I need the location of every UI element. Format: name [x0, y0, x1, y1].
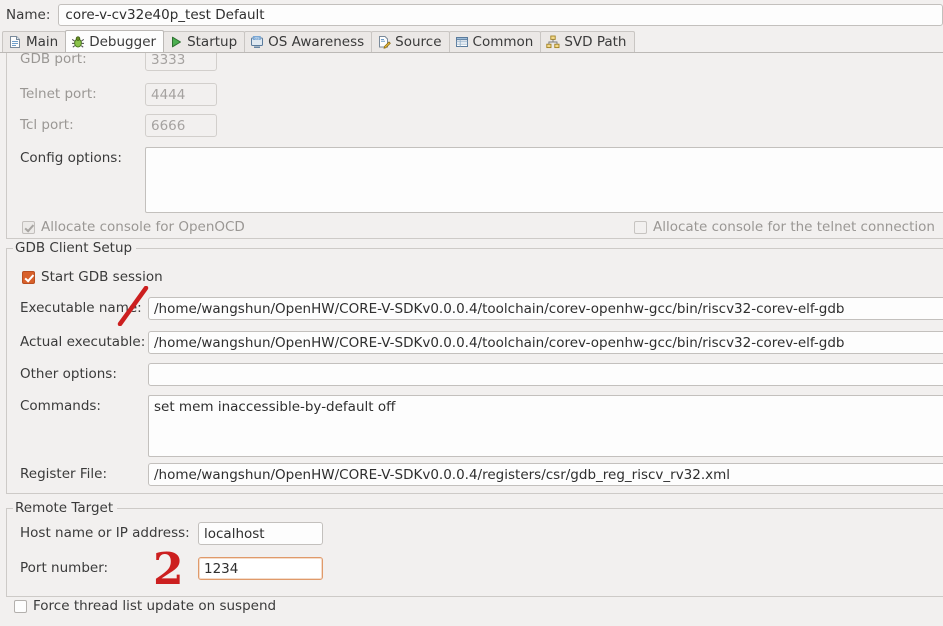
allocate-openocd-checkbox-row: Allocate console for OpenOCD: [22, 219, 245, 238]
tab-debugger-label: Debugger: [89, 33, 157, 50]
force-thread-list-update-label: Force thread list update on suspend: [33, 598, 277, 614]
commands-textarea[interactable]: set mem inaccessible-by-default off: [148, 395, 943, 457]
actual-executable-row: Actual executable:: [20, 331, 943, 354]
play-icon: [169, 35, 183, 49]
force-thread-list-update-checkbox[interactable]: Force thread list update on suspend: [14, 598, 276, 614]
start-gdb-session-row: Start GDB session: [22, 269, 163, 288]
checkbox-box: [22, 220, 35, 234]
tab-debugger[interactable]: Debugger: [65, 30, 165, 52]
actual-executable-label: Actual executable:: [20, 334, 146, 350]
force-thread-row: Force thread list update on suspend: [14, 598, 276, 617]
allocate-console-openocd-checkbox: Allocate console for OpenOCD: [22, 219, 245, 235]
tab-common[interactable]: Common: [448, 31, 542, 52]
allocate-telnet-checkbox-row: Allocate console for the telnet connecti…: [634, 219, 935, 238]
executable-name-label: Executable name:: [20, 300, 142, 316]
tab-common-label: Common: [472, 34, 534, 50]
checkbox-box: [14, 599, 27, 613]
tab-source-label: Source: [395, 34, 442, 50]
tcl-port-label: Tcl port:: [20, 117, 74, 133]
os-icon: OS: [250, 35, 264, 49]
tab-os-awareness-label: OS Awareness: [268, 34, 365, 50]
gdb-port-row: GDB port:: [20, 52, 940, 71]
port-number-row: Port number:: [20, 557, 620, 580]
port-number-input[interactable]: [198, 557, 323, 580]
start-gdb-session-checkbox[interactable]: Start GDB session: [22, 269, 163, 285]
executable-name-input[interactable]: [148, 297, 943, 320]
host-name-label: Host name or IP address:: [20, 525, 190, 541]
gdb-client-setup-title: GDB Client Setup: [13, 240, 137, 256]
remote-target-title: Remote Target: [13, 500, 118, 516]
register-file-input[interactable]: [148, 463, 943, 486]
table-icon: [455, 35, 469, 49]
tab-main[interactable]: Main: [2, 31, 67, 52]
other-options-input[interactable]: [148, 363, 943, 386]
gdb-port-label: GDB port:: [20, 52, 87, 67]
configuration-name-row: Name:: [0, 0, 943, 29]
tab-startup-label: Startup: [187, 34, 238, 50]
openocd-group-left-border: [6, 52, 7, 238]
allocate-console-telnet-checkbox: Allocate console for the telnet connecti…: [634, 219, 935, 235]
allocate-console-openocd-label: Allocate console for OpenOCD: [41, 219, 245, 235]
executable-name-row: Executable name:: [20, 297, 943, 320]
config-options-textarea[interactable]: [145, 147, 943, 213]
host-name-input[interactable]: [198, 522, 323, 545]
other-options-label: Other options:: [20, 366, 117, 382]
config-options-label: Config options:: [20, 150, 122, 166]
hierarchy-icon: [546, 35, 560, 49]
tcl-port-row: Tcl port:: [20, 114, 940, 137]
commands-label: Commands:: [20, 398, 101, 414]
other-options-row: Other options:: [20, 363, 943, 386]
commands-row: Commands: set mem inaccessible-by-defaul…: [20, 395, 943, 457]
tab-startup[interactable]: Startup: [163, 31, 246, 52]
tab-svd-path[interactable]: SVD Path: [540, 31, 635, 52]
tab-main-label: Main: [26, 34, 59, 50]
gdb-port-input: [145, 52, 217, 71]
document-icon: [8, 35, 22, 49]
start-gdb-session-label: Start GDB session: [41, 269, 163, 285]
register-file-row: Register File:: [20, 463, 943, 486]
openocd-group-bottom-border: [6, 238, 943, 239]
configuration-name-input[interactable]: [58, 3, 943, 26]
tcl-port-input: [145, 114, 217, 137]
telnet-port-row: Telnet port:: [20, 83, 940, 106]
host-name-row: Host name or IP address:: [20, 522, 620, 545]
svg-text:OS: OS: [255, 36, 261, 40]
bug-icon: [71, 35, 85, 49]
allocate-console-telnet-label: Allocate console for the telnet connecti…: [653, 219, 935, 235]
telnet-port-label: Telnet port:: [20, 86, 97, 102]
checkbox-box: [634, 220, 647, 234]
port-number-label: Port number:: [20, 560, 109, 576]
source-icon: [377, 35, 392, 49]
actual-executable-input[interactable]: [148, 331, 943, 354]
launch-config-tabbar: Main Debugger Startup OS OS Awareness So…: [0, 29, 943, 53]
tab-os-awareness[interactable]: OS OS Awareness: [244, 31, 373, 52]
tab-svd-path-label: SVD Path: [564, 34, 627, 50]
checkbox-box: [22, 270, 35, 284]
register-file-label: Register File:: [20, 466, 108, 482]
debugger-tab-content: GDB port: Telnet port: Tcl port: Config …: [0, 52, 943, 626]
tab-source[interactable]: Source: [371, 31, 450, 52]
name-label: Name:: [6, 6, 51, 23]
telnet-port-input: [145, 83, 217, 106]
config-options-row: Config options:: [20, 147, 943, 213]
